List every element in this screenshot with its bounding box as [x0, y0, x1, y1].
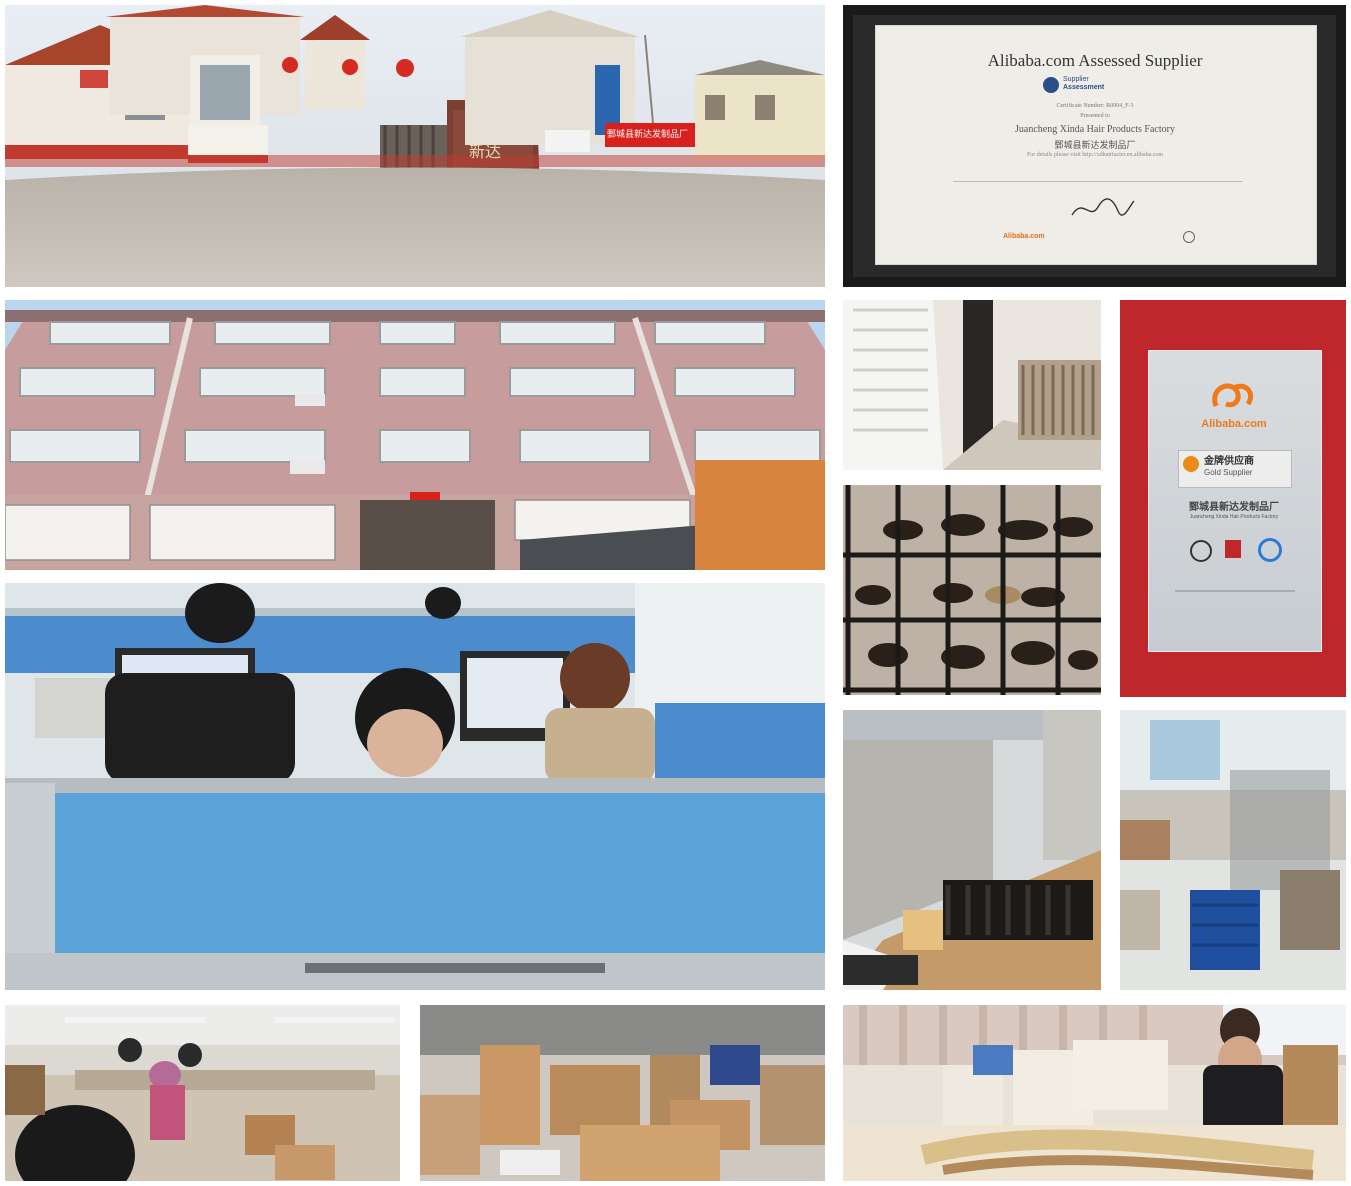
processing-room-photo [1120, 710, 1346, 990]
assessment-badge-icon [1043, 77, 1059, 93]
plaque-footer-line [1175, 590, 1295, 592]
signature-icon [1071, 198, 1135, 216]
plaque-member-cn: 金牌供应商 [1204, 456, 1254, 467]
hair-sorting-table-photo [843, 710, 1101, 990]
gold-supplier-plaque: Alibaba.com 金牌供应商 Gold Supplier 鄄城县新达发制品… [1120, 300, 1346, 697]
assessed-supplier-certificate: Alibaba.com Assessed Supplier Supplier As… [843, 5, 1346, 287]
certificate-number: Certificate Number: R0904_F-3 [1056, 103, 1134, 109]
certificate-details: For details please visit http://xdhairfa… [1026, 152, 1164, 158]
certificate-company-en: Juancheng Xinda Hair Products Factory [1015, 124, 1175, 135]
badge-text: Supplier Assessment [1063, 76, 1105, 91]
certificate-divider [953, 181, 1243, 182]
plaque-company-cn: 鄄城县新达发制品厂 [1189, 502, 1279, 513]
presented-to: Presented to [1080, 113, 1110, 119]
seal-icon [1183, 231, 1195, 243]
plaque-company-en: Juancheng Xinda Hair Products Factory [1189, 514, 1279, 520]
workers-workshop-photo [5, 1005, 400, 1181]
aliwangwang-icon [1258, 538, 1282, 562]
certificate-heading: Alibaba.com Assessed Supplier [987, 51, 1203, 70]
packing-area-photo [420, 1005, 825, 1181]
emblem-icon [1190, 540, 1212, 562]
hair-shelves-photo [843, 485, 1101, 695]
sewing-machines-photo [843, 1005, 1346, 1181]
certificate-footer-logo: Alibaba.com [1003, 233, 1045, 240]
factory-building-photo [5, 300, 825, 570]
factory-gate-photo: 新达 鄄城县新达发制品厂 [5, 5, 825, 287]
plaque-member-en: Gold Supplier [1204, 468, 1253, 477]
office-staff-photo [5, 583, 825, 990]
plaque-logo-text: Alibaba.com [1201, 418, 1267, 430]
seal-stamp-icon [1225, 540, 1241, 558]
gate-sign-text: 新达 [469, 142, 502, 161]
hair-storage-room-photo [843, 300, 1101, 470]
gate-banner-text: 鄄城县新达发制品厂 [607, 129, 689, 139]
alibaba-logo-icon [1212, 383, 1254, 408]
certificate-company-cn: 鄄城县新达发制品厂 [1054, 140, 1136, 150]
gold-medal-icon [1183, 456, 1199, 472]
